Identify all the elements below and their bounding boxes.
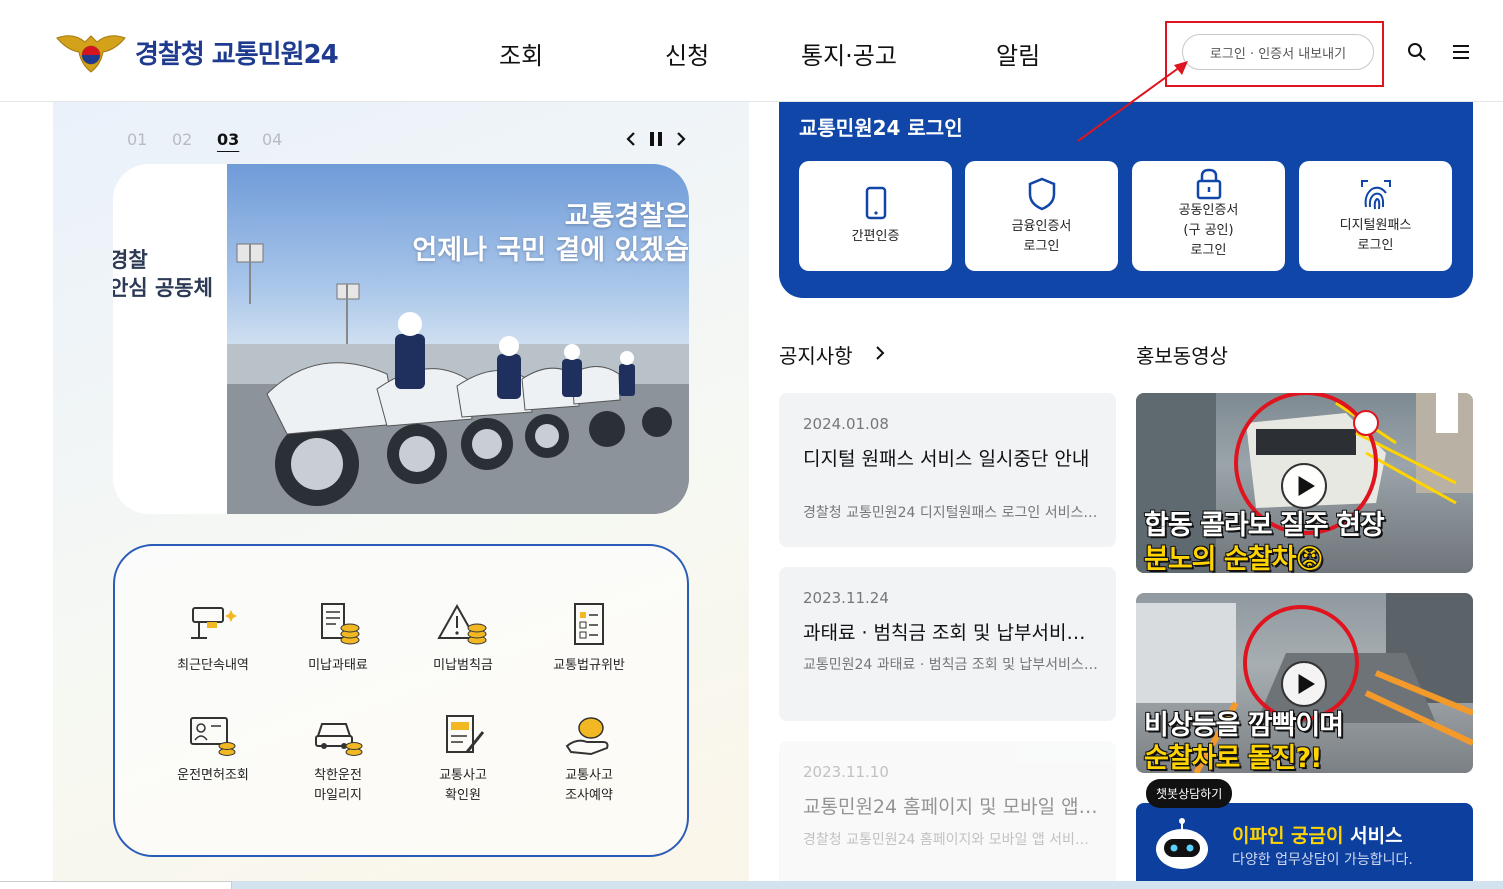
login-button-label: 디지털원패스 로그인 (1339, 218, 1412, 253)
slide-number-4[interactable]: 04 (262, 130, 307, 149)
service-recent-enforcement[interactable]: 최근단속내역 (153, 602, 273, 676)
video-caption-line-2: 분노의 순찰차😡 (1144, 544, 1324, 573)
bill-coins-icon (321, 603, 360, 645)
nav-item-alert[interactable]: 알림 (996, 36, 1040, 71)
service-label: 미납과태료 (308, 658, 368, 673)
notice-date: 2023.11.10 (803, 763, 889, 781)
joint-cert-login-button[interactable]: 공동인증서 (구 공인) 로그인 (1132, 161, 1285, 271)
bottom-strip (232, 881, 1503, 889)
notice-date: 2023.11.24 (803, 589, 889, 607)
brand-name: 경찰청 교통민원24 (135, 39, 339, 70)
service-label: 교통사고 확인원 (439, 768, 487, 803)
promo-video-1[interactable]: 합동 콜라보 질주 현장 분노의 순찰차😡 (1136, 393, 1473, 573)
banner-left-line-2: 안심 공동체 (113, 276, 213, 300)
hand-piggybank-icon (565, 717, 609, 756)
search-icon[interactable] (1407, 42, 1427, 62)
hero-banner[interactable]: 경찰 안심 공동체 교통경찰은 언제나 국민 곁에 있겠습 (113, 164, 689, 514)
notice-desc: 경찰청 교통민원24 홈페이지와 모바일 앱 서비스 일시중단 (803, 832, 1098, 848)
service-unpaid-fine[interactable]: 미납과태료 (278, 602, 398, 676)
smartphone-icon (865, 186, 886, 220)
login-card-title: 교통민원24 로그인 (799, 116, 963, 140)
chatbot-title-highlight: 이파인 궁금이 (1232, 825, 1344, 847)
id-card-coins-icon (190, 717, 236, 756)
pause-icon[interactable] (648, 130, 664, 148)
simple-auth-button[interactable]: 간편인증 (799, 161, 952, 271)
shield-icon (1028, 177, 1055, 211)
service-label: 착한운전 마일리지 (314, 768, 362, 803)
service-label: 교통법규위반 (553, 658, 625, 673)
financial-cert-login-button[interactable]: 금융인증서 로그인 (965, 161, 1118, 271)
nav-item-apply[interactable]: 신청 (665, 36, 709, 71)
chatbot-tag[interactable]: 챗봇상담하기 (1146, 779, 1233, 808)
chevron-left-icon[interactable] (625, 130, 637, 148)
fingerprint-icon (1360, 180, 1391, 210)
digital-onepass-login-button[interactable]: 디지털원패스 로그인 (1299, 161, 1452, 271)
car-coins-icon (315, 723, 363, 756)
banner-prev-slide: 경찰 안심 공동체 (113, 164, 227, 514)
service-license-lookup[interactable]: 운전면허조회 (153, 712, 273, 786)
service-accident-certificate[interactable]: 교통사고 확인원 (403, 712, 523, 806)
slide-indicator: 01 02 03 04 (127, 130, 307, 149)
document-list-icon (574, 603, 604, 645)
promo-video-2[interactable]: 비상등을 깜빡이며 순찰차로 돌진?! (1136, 593, 1473, 773)
slide-number-2[interactable]: 02 (172, 130, 217, 149)
login-button-label: 공동인증서 (구 공인) 로그인 (1178, 203, 1239, 258)
service-traffic-violation[interactable]: 교통법규위반 (529, 602, 649, 676)
robot-icon (1156, 818, 1208, 869)
banner-slogan-line-2: 언제나 국민 곁에 있겠습 (412, 235, 689, 266)
site-header: 경찰청 교통민원24 조회 신청 통지·공고 알림 로그인 · 인증서 내보내기 (0, 0, 1503, 102)
banner-slogan: 교통경찰은 언제나 국민 곁에 있겠습 (412, 200, 689, 268)
chevron-right-icon[interactable] (875, 345, 885, 361)
quick-services: 최근단속내역 미납과태료 미납범칙금 교통법규위반 운전면허조회 착한운전 마일… (113, 544, 689, 857)
banner-slogan-line-1: 교통경찰은 (564, 201, 689, 232)
service-label: 운전면허조회 (177, 768, 249, 783)
notice-item[interactable]: 2024.01.08 디지털 원패스 서비스 일시중단 안내 경찰청 교통민원2… (779, 393, 1116, 547)
notice-title: 교통민원24 홈페이지 및 모바일 앱 서비스 일시중단 (803, 796, 1098, 818)
banner-photo: 교통경찰은 언제나 국민 곁에 있겠습 (227, 164, 689, 514)
slide-number-1[interactable]: 01 (127, 130, 172, 149)
service-label: 최근단속내역 (177, 658, 249, 673)
police-emblem-icon (56, 35, 126, 73)
service-label: 교통사고 조사예약 (565, 768, 613, 803)
notice-desc: 교통민원24 과태료 · 범칙금 조회 및 납부서비스 일시중단 (803, 657, 1098, 673)
service-safe-driving-mileage[interactable]: 착한운전 마일리지 (278, 712, 398, 806)
chevron-right-icon[interactable] (675, 130, 687, 148)
lock-icon (1196, 168, 1221, 200)
chatbot-title: 이파인 궁금이 서비스 (1232, 821, 1403, 848)
warning-coins-icon (437, 603, 487, 645)
chatbot-banner[interactable]: 이파인 궁금이 서비스 다양한 업무상담이 가능합니다. (1136, 803, 1473, 889)
nav-item-notice[interactable]: 통지·공고 (801, 36, 897, 71)
annotation-arrow-icon (1077, 61, 1188, 142)
notice-date: 2024.01.08 (803, 415, 889, 433)
login-button-label: 금융인증서 로그인 (1011, 219, 1072, 254)
slide-number-3[interactable]: 03 (217, 130, 262, 149)
service-unpaid-penalty[interactable]: 미납범칙금 (403, 602, 523, 676)
videos-title: 홍보동영상 (1136, 344, 1228, 368)
login-button-label: 간편인증 (851, 229, 900, 244)
notice-item[interactable]: 2023.11.24 과태료 · 범칙금 조회 및 납부서비스 일시중단 안내 … (779, 567, 1116, 721)
nav-item-lookup[interactable]: 조회 (499, 36, 543, 71)
chatbot-title-rest: 서비스 (1343, 825, 1403, 847)
notice-item[interactable]: 2023.11.10 교통민원24 홈페이지 및 모바일 앱 서비스 일시중단 … (779, 741, 1116, 889)
site-logo[interactable]: 경찰청 교통민원24 (55, 28, 339, 76)
play-icon[interactable] (1281, 661, 1327, 707)
banner-left-line-1: 경찰 (113, 248, 148, 272)
service-accident-reservation[interactable]: 교통사고 조사예약 (529, 712, 649, 806)
notice-desc: 경찰청 교통민원24 디지털원패스 로그인 서비스 일시중단 안내 (803, 505, 1098, 521)
cctv-camera-icon (191, 607, 237, 639)
bottom-tab (0, 881, 232, 889)
chatbot-subtitle: 다양한 업무상담이 가능합니다. (1232, 852, 1413, 868)
notice-title: 디지털 원패스 서비스 일시중단 안내 (803, 448, 1090, 470)
document-pen-icon (446, 715, 485, 753)
hamburger-menu-icon[interactable] (1451, 42, 1471, 62)
service-label: 미납범칙금 (433, 658, 493, 673)
notice-title: 과태료 · 범칙금 조회 및 납부서비스 일시중단 안내 (803, 622, 1098, 644)
video-caption-line-2: 순찰차로 돌진?! (1144, 743, 1322, 773)
banner-left-caption: 경찰 안심 공동체 (113, 246, 213, 302)
notices-title[interactable]: 공지사항 (779, 340, 853, 369)
